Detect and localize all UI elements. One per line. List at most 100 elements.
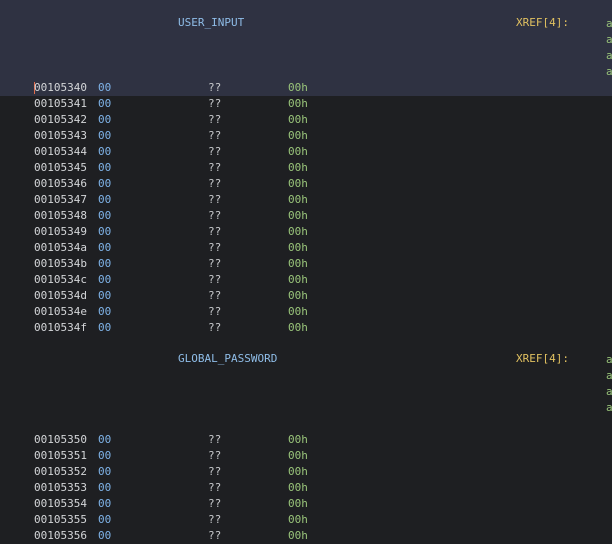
listing-row[interactable]: 0010534a 00 ?? 00h (0, 240, 612, 256)
mnemonic[interactable]: ?? (208, 80, 221, 96)
address[interactable]: 00105348 (34, 208, 87, 224)
listing-row[interactable]: 00105344 00 ?? 00h (0, 144, 612, 160)
mnemonic[interactable]: ?? (208, 432, 221, 448)
mnemonic[interactable]: ?? (208, 496, 221, 512)
xref-item[interactable]: a (606, 16, 612, 32)
listing-row[interactable]: 00105353 00 ?? 00h (0, 480, 612, 496)
listing-row[interactable]: 00105348 00 ?? 00h (0, 208, 612, 224)
label-header-user-input[interactable]: USER_INPUT XREF[4]: a a a a (0, 0, 612, 80)
byte-value[interactable]: 00 (98, 464, 111, 480)
xref-item[interactable]: a (606, 64, 612, 80)
mnemonic[interactable]: ?? (208, 464, 221, 480)
byte-value[interactable]: 00 (98, 320, 111, 336)
address[interactable]: 0010534f (34, 320, 87, 336)
operand[interactable]: 00h (288, 112, 308, 128)
xref-item[interactable]: a (606, 384, 612, 400)
listing-row[interactable]: 0010534f 00 ?? 00h (0, 320, 612, 336)
listing-row[interactable]: 00105354 00 ?? 00h (0, 496, 612, 512)
address[interactable]: 00105341 (34, 96, 87, 112)
byte-value[interactable]: 00 (98, 240, 111, 256)
xref-item[interactable]: a (606, 368, 612, 384)
byte-value[interactable]: 00 (98, 224, 111, 240)
listing-row[interactable]: 00105352 00 ?? 00h (0, 464, 612, 480)
address[interactable]: 00105343 (34, 128, 87, 144)
byte-value[interactable]: 00 (98, 80, 111, 96)
byte-value[interactable]: 00 (98, 496, 111, 512)
address[interactable]: 0010534a (34, 240, 87, 256)
operand[interactable]: 00h (288, 496, 308, 512)
address[interactable]: 00105356 (34, 528, 87, 544)
operand[interactable]: 00h (288, 304, 308, 320)
address[interactable]: 00105355 (34, 512, 87, 528)
address[interactable]: 00105345 (34, 160, 87, 176)
byte-value[interactable]: 00 (98, 304, 111, 320)
byte-value[interactable]: 00 (98, 160, 111, 176)
mnemonic[interactable]: ?? (208, 240, 221, 256)
address[interactable]: 00105349 (34, 224, 87, 240)
mnemonic[interactable]: ?? (208, 448, 221, 464)
operand[interactable]: 00h (288, 528, 308, 544)
operand[interactable]: 00h (288, 432, 308, 448)
listing-row[interactable]: 00105351 00 ?? 00h (0, 448, 612, 464)
address[interactable]: 00105350 (34, 432, 87, 448)
operand[interactable]: 00h (288, 240, 308, 256)
address[interactable]: 00105352 (34, 464, 87, 480)
byte-value[interactable]: 00 (98, 288, 111, 304)
listing-row[interactable]: 00105350 00 ?? 00h (0, 432, 612, 448)
byte-value[interactable]: 00 (98, 96, 111, 112)
address[interactable]: 00105344 (34, 144, 87, 160)
operand[interactable]: 00h (288, 320, 308, 336)
operand[interactable]: 00h (288, 208, 308, 224)
address[interactable]: 00105353 (34, 480, 87, 496)
operand[interactable]: 00h (288, 272, 308, 288)
address[interactable]: 00105347 (34, 192, 87, 208)
xref-item[interactable]: a (606, 352, 612, 368)
mnemonic[interactable]: ?? (208, 304, 221, 320)
byte-value[interactable]: 00 (98, 432, 111, 448)
operand[interactable]: 00h (288, 480, 308, 496)
operand[interactable]: 00h (288, 288, 308, 304)
byte-value[interactable]: 00 (98, 448, 111, 464)
byte-value[interactable]: 00 (98, 208, 111, 224)
mnemonic[interactable]: ?? (208, 512, 221, 528)
listing-row[interactable]: 00105341 00 ?? 00h (0, 96, 612, 112)
operand[interactable]: 00h (288, 96, 308, 112)
mnemonic[interactable]: ?? (208, 96, 221, 112)
mnemonic[interactable]: ?? (208, 144, 221, 160)
byte-value[interactable]: 00 (98, 528, 111, 544)
mnemonic[interactable]: ?? (208, 320, 221, 336)
address[interactable]: 00105346 (34, 176, 87, 192)
byte-value[interactable]: 00 (98, 480, 111, 496)
mnemonic[interactable]: ?? (208, 192, 221, 208)
xref-item[interactable]: a (606, 48, 612, 64)
operand[interactable]: 00h (288, 192, 308, 208)
operand[interactable]: 00h (288, 224, 308, 240)
address[interactable]: 0010534d (34, 288, 87, 304)
mnemonic[interactable]: ?? (208, 160, 221, 176)
operand[interactable]: 00h (288, 256, 308, 272)
mnemonic[interactable]: ?? (208, 256, 221, 272)
listing-row[interactable]: 00105342 00 ?? 00h (0, 112, 612, 128)
listing-row[interactable]: 0010534e 00 ?? 00h (0, 304, 612, 320)
byte-value[interactable]: 00 (98, 192, 111, 208)
address[interactable]: 00105340 (34, 80, 87, 96)
mnemonic[interactable]: ?? (208, 480, 221, 496)
operand[interactable]: 00h (288, 176, 308, 192)
listing-row[interactable]: 0010534d 00 ?? 00h (0, 288, 612, 304)
mnemonic[interactable]: ?? (208, 528, 221, 544)
mnemonic[interactable]: ?? (208, 272, 221, 288)
address[interactable]: 0010534e (34, 304, 87, 320)
operand[interactable]: 00h (288, 512, 308, 528)
byte-value[interactable]: 00 (98, 512, 111, 528)
listing-row[interactable]: 00105346 00 ?? 00h (0, 176, 612, 192)
mnemonic[interactable]: ?? (208, 128, 221, 144)
listing-row[interactable]: 00105355 00 ?? 00h (0, 512, 612, 528)
address[interactable]: 00105351 (34, 448, 87, 464)
xref-item[interactable]: a (606, 32, 612, 48)
address[interactable]: 00105354 (34, 496, 87, 512)
listing-row[interactable]: 00105356 00 ?? 00h (0, 528, 612, 544)
byte-value[interactable]: 00 (98, 176, 111, 192)
label-header-global-password[interactable]: GLOBAL_PASSWORD XREF[4]: a a a a (0, 352, 612, 416)
xref-item[interactable]: a (606, 400, 612, 416)
operand[interactable]: 00h (288, 160, 308, 176)
